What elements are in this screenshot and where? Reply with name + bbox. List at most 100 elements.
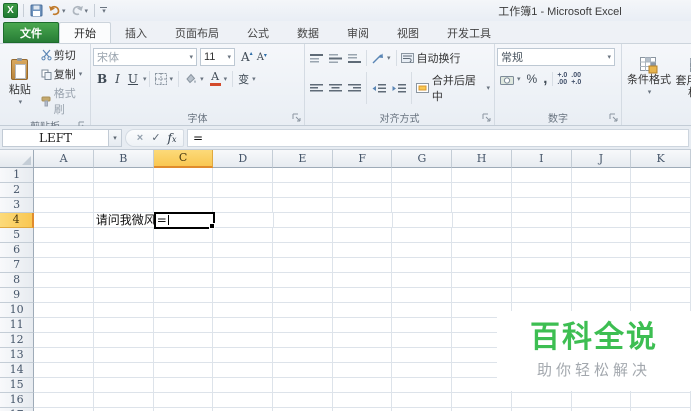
cell-B5[interactable] xyxy=(93,228,154,243)
increase-decimal-button[interactable]: +.0 .00 xyxy=(555,71,569,87)
decrease-decimal-button[interactable]: .00 +.0 xyxy=(569,71,583,87)
cell-C11[interactable] xyxy=(153,318,214,333)
column-header-F[interactable]: F xyxy=(332,150,393,168)
tab-review[interactable]: 审阅 xyxy=(333,22,383,43)
cell-I5[interactable] xyxy=(511,228,572,243)
format-painter-button[interactable]: 格式刷 xyxy=(38,84,88,118)
insert-function-button[interactable]: fx xyxy=(164,131,180,145)
borders-dropdown-icon[interactable]: ▾ xyxy=(170,75,174,83)
cell-A3[interactable] xyxy=(34,198,94,213)
cell-F4[interactable] xyxy=(333,213,394,228)
cell-K16[interactable] xyxy=(631,393,691,408)
column-header-D[interactable]: D xyxy=(213,150,274,168)
accounting-dropdown-icon[interactable]: ▾ xyxy=(517,75,521,83)
cell-C2[interactable] xyxy=(153,183,214,198)
cell-K9[interactable] xyxy=(631,288,691,303)
fill-color-button[interactable]: ▾ xyxy=(181,72,207,86)
cell-A8[interactable] xyxy=(34,273,94,288)
conditional-formatting-button[interactable]: 条件格式 ▾ xyxy=(624,57,674,99)
cell-F1[interactable] xyxy=(332,168,393,183)
undo-dropdown-icon[interactable]: ▾ xyxy=(62,7,66,15)
cell-I1[interactable] xyxy=(511,168,572,183)
cell-C8[interactable] xyxy=(153,273,214,288)
percent-style-button[interactable]: % xyxy=(524,71,541,87)
comma-style-button[interactable]: , xyxy=(540,71,550,86)
cell-G15[interactable] xyxy=(392,378,453,393)
enter-button[interactable]: ✓ xyxy=(148,131,164,144)
cell-H8[interactable] xyxy=(452,273,512,288)
cell-H5[interactable] xyxy=(452,228,512,243)
cell-B4[interactable]: 请问我微风 xyxy=(93,213,156,228)
cell-C7[interactable] xyxy=(153,258,214,273)
cell-J16[interactable] xyxy=(571,393,632,408)
cell-J9[interactable] xyxy=(571,288,632,303)
number-dialog-launcher[interactable] xyxy=(609,113,618,122)
cell-K4[interactable] xyxy=(631,213,691,228)
cell-A15[interactable] xyxy=(34,378,94,393)
tab-developer[interactable]: 开发工具 xyxy=(433,22,505,43)
cell-A12[interactable] xyxy=(34,333,94,348)
cell-D14[interactable] xyxy=(213,363,274,378)
cell-B2[interactable] xyxy=(93,183,154,198)
cell-G7[interactable] xyxy=(392,258,453,273)
cell-D7[interactable] xyxy=(213,258,274,273)
cell-F8[interactable] xyxy=(332,273,393,288)
cell-D3[interactable] xyxy=(213,198,274,213)
row-header-4[interactable]: 4 xyxy=(0,213,35,228)
cell-I2[interactable] xyxy=(511,183,572,198)
cell-F6[interactable] xyxy=(332,243,393,258)
cell-D9[interactable] xyxy=(213,288,274,303)
merge-center-dropdown-icon[interactable]: ▾ xyxy=(486,84,490,92)
font-size-combobox[interactable]: 11 ▾ xyxy=(200,48,235,66)
select-all-corner[interactable] xyxy=(0,150,35,168)
tab-file[interactable]: 文件 xyxy=(3,22,59,43)
cell-B10[interactable] xyxy=(93,303,154,318)
cell-D2[interactable] xyxy=(213,183,274,198)
cell-F10[interactable] xyxy=(332,303,393,318)
decrease-indent-button[interactable] xyxy=(369,82,389,95)
redo-dropdown-icon[interactable]: ▾ xyxy=(85,7,89,15)
cell-B3[interactable] xyxy=(93,198,154,213)
cell-C12[interactable] xyxy=(153,333,214,348)
orientation-button[interactable]: ▾ xyxy=(369,52,394,65)
cell-K8[interactable] xyxy=(631,273,691,288)
row-header-9[interactable]: 9 xyxy=(0,288,35,303)
cell-B8[interactable] xyxy=(93,273,154,288)
align-middle-button[interactable] xyxy=(326,52,345,65)
cell-G9[interactable] xyxy=(392,288,453,303)
cell-K2[interactable] xyxy=(631,183,691,198)
cell-F9[interactable] xyxy=(332,288,393,303)
align-center-button[interactable] xyxy=(326,82,345,95)
paste-dropdown-icon[interactable]: ▾ xyxy=(19,98,23,106)
cell-E3[interactable] xyxy=(273,198,333,213)
tab-view[interactable]: 视图 xyxy=(383,22,433,43)
wrap-text-button[interactable]: 自动换行 xyxy=(399,49,463,67)
cell-J7[interactable] xyxy=(571,258,632,273)
cell-H4[interactable] xyxy=(452,213,513,228)
cell-F5[interactable] xyxy=(332,228,393,243)
save-button[interactable] xyxy=(29,3,44,19)
cell-G4[interactable] xyxy=(393,213,453,228)
cell-E15[interactable] xyxy=(273,378,333,393)
row-header-3[interactable]: 3 xyxy=(0,198,35,213)
customize-quick-access-button[interactable]: ▾ xyxy=(100,7,108,15)
cell-F3[interactable] xyxy=(332,198,393,213)
cell-E7[interactable] xyxy=(273,258,333,273)
row-header-13[interactable]: 13 xyxy=(0,348,35,363)
font-dialog-launcher[interactable] xyxy=(292,113,301,122)
cell-C4[interactable]: = xyxy=(153,212,216,229)
tab-page-layout[interactable]: 页面布局 xyxy=(161,22,233,43)
cell-I16[interactable] xyxy=(511,393,572,408)
alignment-dialog-launcher[interactable] xyxy=(482,113,491,122)
tab-insert[interactable]: 插入 xyxy=(111,22,161,43)
cell-G14[interactable] xyxy=(392,363,453,378)
underline-dropdown-icon[interactable]: ▾ xyxy=(143,75,147,83)
cell-C6[interactable] xyxy=(153,243,214,258)
cell-C15[interactable] xyxy=(153,378,214,393)
column-header-H[interactable]: H xyxy=(452,150,512,168)
merge-center-button[interactable]: 合并后居中 ▾ xyxy=(414,71,492,105)
cell-B12[interactable] xyxy=(93,333,154,348)
cell-E6[interactable] xyxy=(273,243,333,258)
cell-C3[interactable] xyxy=(153,198,214,213)
cell-K1[interactable] xyxy=(631,168,691,183)
